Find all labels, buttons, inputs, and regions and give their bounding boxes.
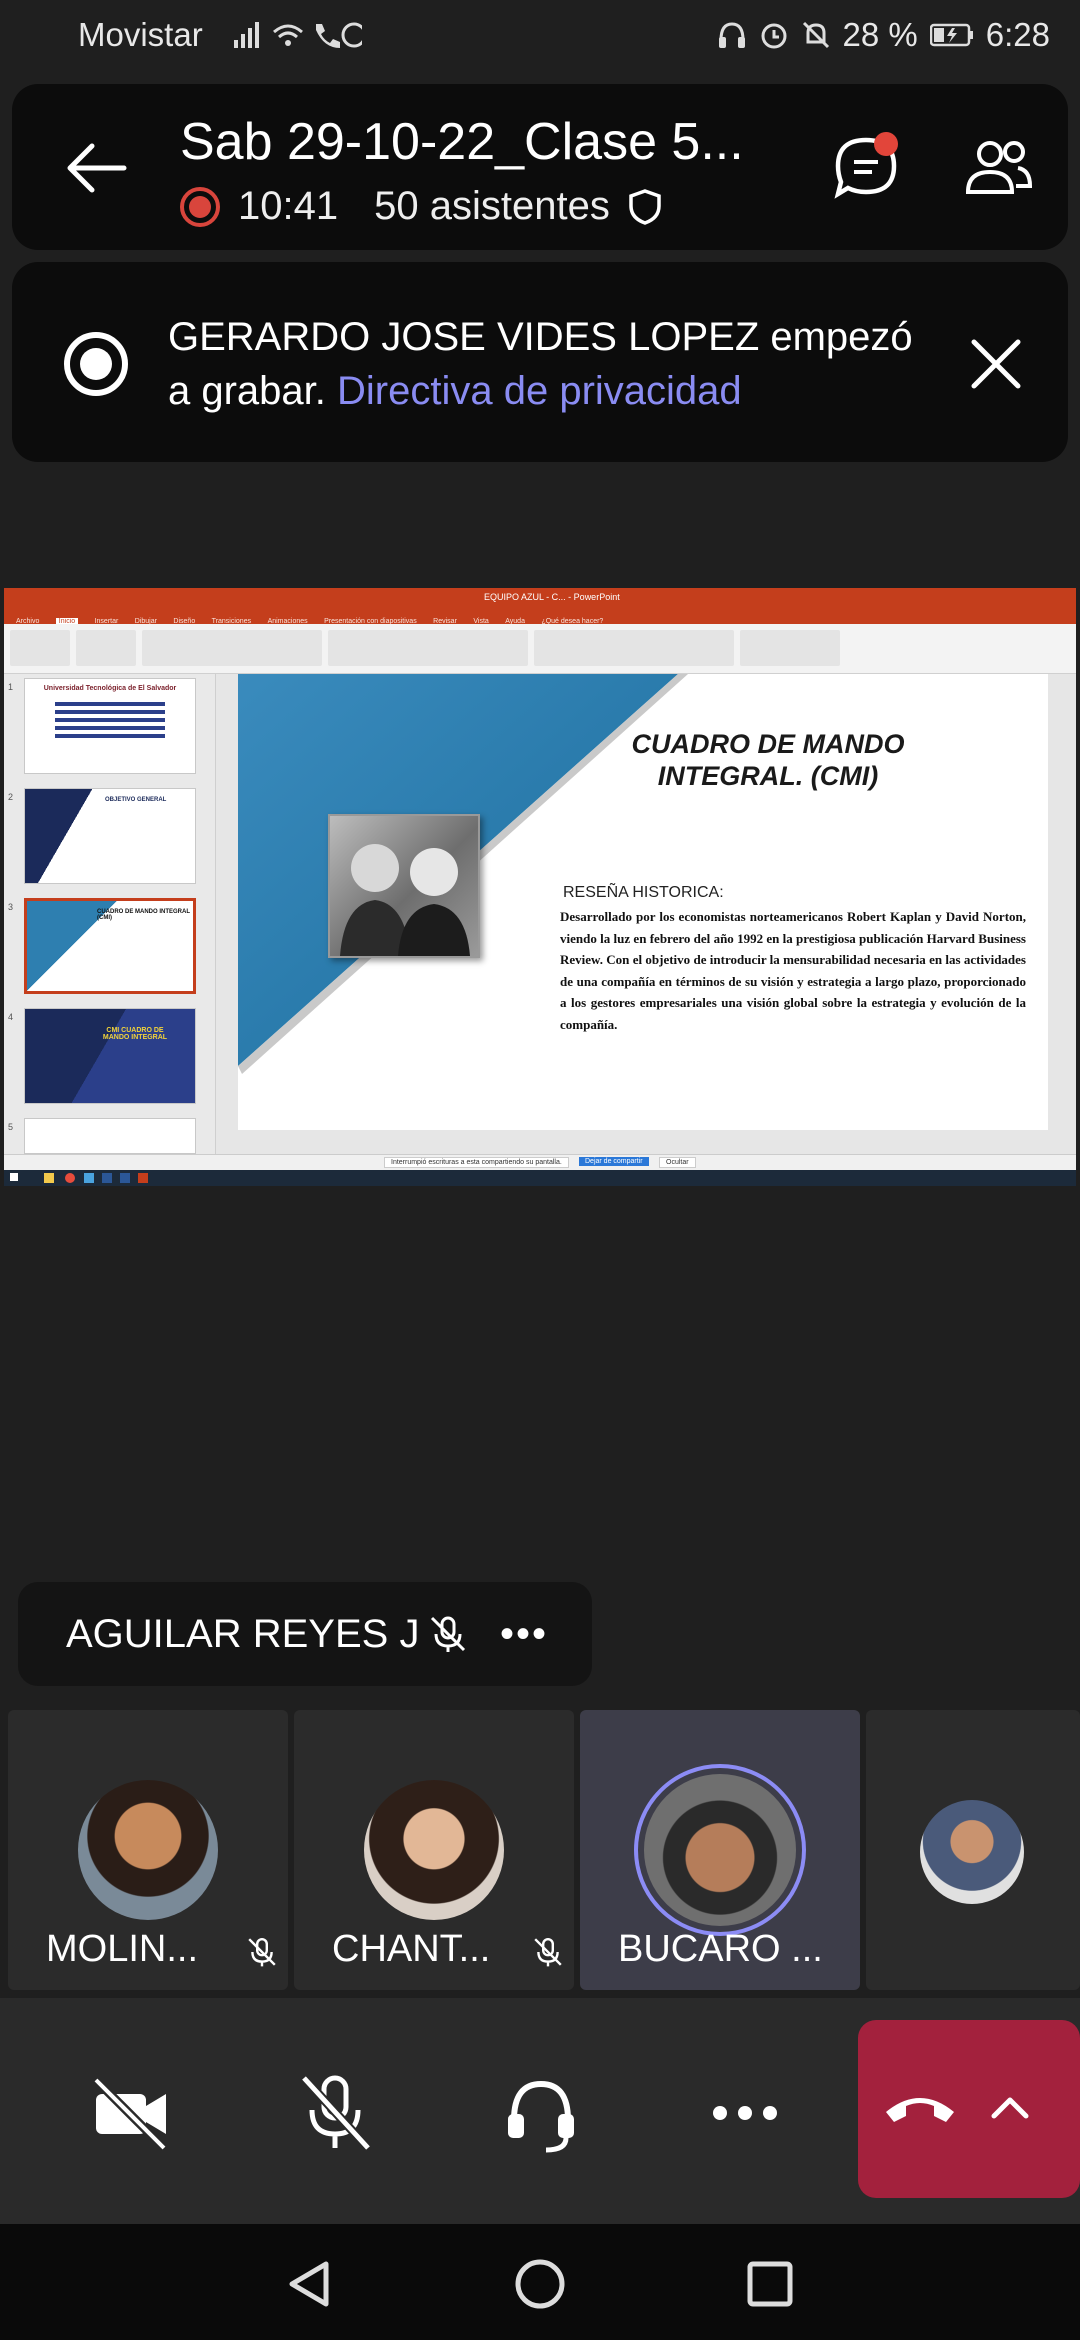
shared-screen[interactable]: EQUIPO AZUL - C... - PowerPoint Archivo … [4,588,1076,1186]
status-bar: Movistar 28 % 6:28 [0,0,1080,72]
ppt-slides-group [76,630,136,666]
slide-thumbnail-4: CMI CUADRO DE MANDO INTEGRAL [24,1008,196,1104]
participant-tile-active-speaker[interactable]: BUCARO ... [580,1710,860,1990]
slide-thumbnail-1: Universidad Tecnológica de El Salvador [24,678,196,774]
pinned-participant-name: AGUILAR REYES J [66,1612,420,1656]
ppt-status-bar: Interrumpió escrituras a esta compartien… [4,1154,1076,1170]
hangup-icon [886,2098,954,2122]
thumb-caption: CUADRO DE MANDO INTEGRAL (CMI) [97,909,190,921]
banner-text: GERARDO JOSE VIDES LOPEZ empezó a grabar… [168,310,928,418]
slide-thumbnail-2: OBJETIVO GENERAL [24,788,196,884]
ppt-clipboard-group [10,630,70,666]
battery-icon [929,23,973,47]
mute-notifications-icon [802,21,829,49]
nav-home-icon[interactable] [512,2256,568,2312]
taskbar-icons [10,1173,148,1183]
pinned-participant[interactable]: AGUILAR REYES J ••• [18,1582,592,1686]
signal-wifi-call-icons [234,22,362,48]
alarm-icon [761,23,787,49]
thumb-caption: CMI CUADRO DE MANDO INTEGRAL [102,1027,168,1041]
participant-tile[interactable] [866,1710,1080,1990]
ppt-ribbon [4,624,1076,674]
privacy-policy-link[interactable]: Directiva de privacidad [337,369,742,413]
mic-off-icon [430,1616,466,1652]
recording-icon [64,332,128,396]
ppt-font-group [142,630,322,666]
kaplan-norton-photo [328,814,480,958]
current-slide: CUADRO DE MANDO INTEGRAL. (CMI) RESEÑA H… [238,674,1048,1130]
call-controls [0,1998,1080,2224]
thumb-number: 3 [8,902,14,912]
mic-off-icon [534,1938,562,1967]
mic-off-icon[interactable] [290,2068,380,2158]
thumb-table [55,702,165,742]
battery-percent: 28 % [842,16,918,53]
slide-subtitle: RESEÑA HISTORICA: [563,884,724,901]
hangup-button[interactable] [858,2020,1080,2198]
shield-icon [629,188,661,225]
people-icon[interactable] [962,136,1034,200]
headset-status-icon [718,22,745,48]
share-notice: Interrumpió escrituras a esta compartien… [384,1157,569,1168]
thumb-caption: Universidad Tecnológica de El Salvador [43,685,177,692]
thumb-number: 4 [8,1012,14,1022]
record-icon [180,186,220,227]
thumb-number: 5 [8,1122,14,1132]
ppt-editing-group [740,630,840,666]
camera-off-icon[interactable] [86,2068,176,2158]
slide-body-text: Desarrollado por los economistas norteam… [560,909,1026,1032]
more-icon[interactable] [700,2068,790,2158]
hide-button: Ocultar [659,1157,696,1168]
participant-name: MOLIN... [46,1928,199,1970]
stop-sharing-button: Dejar de compartir [579,1157,649,1166]
nav-back-icon[interactable] [282,2256,338,2312]
headset-icon[interactable] [496,2068,586,2158]
avatar [920,1800,1024,1904]
participant-tile[interactable]: MOLIN... [8,1710,288,1990]
recording-status: 10:41 50 asistentes [180,184,662,229]
ppt-slide-thumbnails: 1 Universidad Tecnológica de El Salvador… [4,674,216,1154]
ppt-ribbon-tabs: Archivo Inicio Insertar Dibujar Diseño T… [4,610,1076,625]
thumb-caption: OBJETIVO GENERAL [105,797,167,803]
meeting-title: Sab 29-10-22_Clase 5... [180,113,744,171]
system-nav-bar [0,2224,1080,2340]
ppt-window-title: EQUIPO AZUL - C... - PowerPoint [484,592,620,602]
meeting-header: Sab 29-10-22_Clase 5... 10:41 50 asisten… [12,84,1068,250]
slide-thumbnail-3: CUADRO DE MANDO INTEGRAL (CMI) [24,898,196,994]
avatar [644,1774,796,1926]
participant-tile[interactable]: CHANT... [294,1710,574,1990]
avatar [78,1780,218,1920]
chat-unread-badge [874,132,898,156]
clock: 6:28 [985,16,1050,53]
attendee-count[interactable]: 50 asistentes [374,184,610,229]
mic-off-icon [248,1938,276,1967]
portrait-figures [340,844,470,956]
chevron-up-icon[interactable] [986,2084,1034,2132]
back-arrow-icon[interactable] [62,138,132,198]
thumb-number: 2 [8,792,14,802]
nav-recents-icon[interactable] [742,2256,798,2312]
ppt-paragraph-group [328,630,528,666]
slide-title: CUADRO DE MANDO INTEGRAL. (CMI) [631,729,905,791]
recording-banner: GERARDO JOSE VIDES LOPEZ empezó a grabar… [12,262,1068,462]
windows-taskbar [4,1170,1076,1186]
ppt-drawing-group [534,630,734,666]
close-icon[interactable] [968,336,1024,392]
elapsed-time: 10:41 [238,184,339,228]
speaking-ring [634,1764,806,1936]
slide-thumbnail-5 [24,1118,196,1154]
participant-name: CHANT... [332,1928,491,1970]
avatar [364,1780,504,1920]
thumb-number: 1 [8,682,14,692]
carrier-label: Movistar [78,16,203,53]
more-icon[interactable]: ••• [500,1612,548,1657]
ppt-title-bar: EQUIPO AZUL - C... - PowerPoint [4,588,1076,610]
ppt-slide-canvas: CUADRO DE MANDO INTEGRAL. (CMI) RESEÑA H… [216,674,1076,1154]
participant-name: BUCARO ... [618,1928,823,1970]
